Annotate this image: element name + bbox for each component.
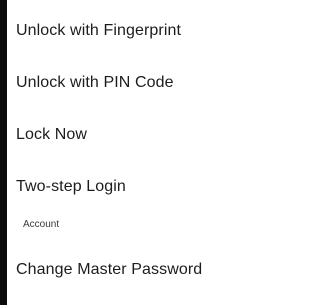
two-step-login-item[interactable]: Two-step Login (7, 168, 299, 208)
account-section-header: Account (23, 219, 60, 230)
two-step-login-label: Two-step Login (16, 178, 126, 195)
unlock-with-fingerprint-label: Unlock with Fingerprint (16, 22, 182, 39)
screen-edge-strip (0, 0, 7, 305)
lock-now-label: Lock Now (16, 126, 88, 143)
unlock-with-pin-code-label: Unlock with PIN Code (16, 74, 174, 91)
unlock-with-pin-code-item[interactable]: Unlock with PIN Code (7, 64, 299, 104)
lock-now-item[interactable]: Lock Now (7, 116, 299, 156)
change-master-password-label: Change Master Password (16, 261, 203, 278)
settings-list: Unlock with Fingerprint Unlock with PIN … (7, 0, 299, 305)
unlock-with-fingerprint-item[interactable]: Unlock with Fingerprint (7, 12, 299, 52)
change-master-password-item[interactable]: Change Master Password (7, 248, 299, 292)
